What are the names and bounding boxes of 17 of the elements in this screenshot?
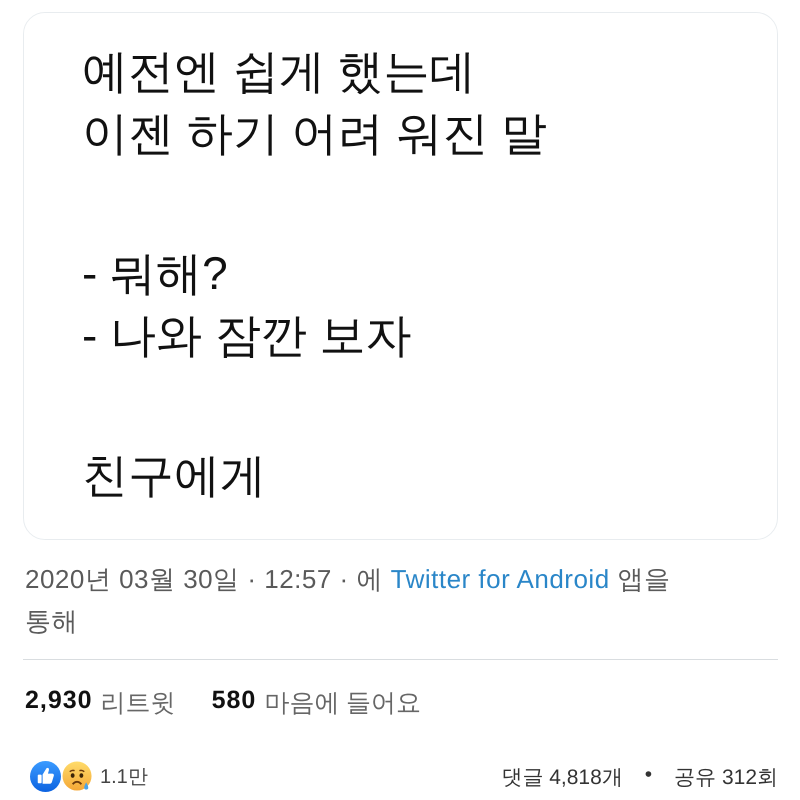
stat-label: 리트윗: [100, 688, 176, 719]
stat-count: 580: [212, 686, 256, 716]
crying-face-icon: [62, 761, 93, 792]
source-link[interactable]: Twitter for Android: [390, 564, 610, 594]
tweet-timestamp: 2020년 03월 30일 · 12:57 · 에 Twitter for Android 앱을 통해: [25, 563, 672, 638]
tweet-text-line: 이젠 하기 어려 워진 말: [82, 106, 548, 161]
comment-count: 댓글 4,818개: [501, 764, 623, 790]
tweet-text-line: 친구에게: [82, 448, 267, 503]
thumbs-up-icon: [30, 761, 61, 792]
reaction-count: 1.1만: [100, 765, 148, 790]
tweet-text-line: - 뭐해?: [82, 246, 229, 301]
share-count: 공유 312회: [674, 764, 778, 790]
stat-count: 2,930: [25, 686, 93, 716]
separator-dot: •: [644, 762, 652, 788]
tweet-text-line: - 나와 잠깐 보자: [82, 308, 413, 363]
tweet-text-line: 예전엔 쉽게 했는데: [82, 44, 477, 99]
stat-label: 마음에 들어요: [264, 688, 422, 719]
